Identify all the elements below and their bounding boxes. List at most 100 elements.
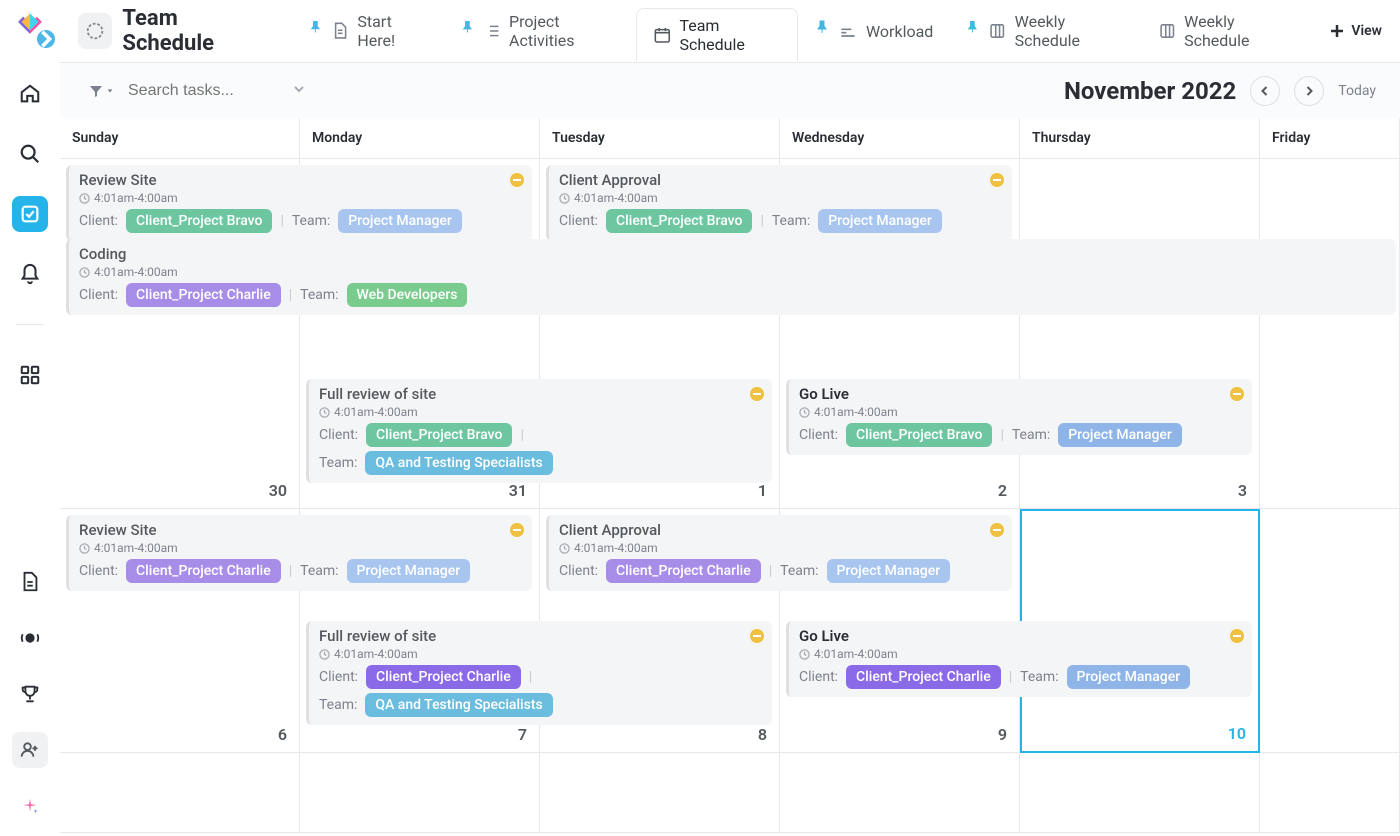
page-title-icon — [78, 13, 112, 49]
status-icon — [750, 387, 764, 401]
client-tag: Client_Project Bravo — [126, 209, 272, 233]
doc-icon[interactable] — [12, 564, 48, 600]
client-tag: Client_Project Bravo — [606, 209, 752, 233]
calendar-cell[interactable] — [1260, 159, 1400, 509]
workload-icon — [838, 21, 858, 41]
date-number: 31 — [509, 481, 527, 500]
tab-label: Weekly Schedule — [1015, 12, 1126, 50]
calendar-cell[interactable] — [60, 753, 300, 833]
event-time: 4:01am-4:00am — [79, 541, 522, 555]
calendar-row: 6 7 8 9 10 Review Site 4:01am-4:00am Cli… — [60, 509, 1400, 753]
event-time: 4:01am-4:00am — [559, 191, 1002, 205]
event-title: Review Site — [79, 521, 522, 539]
date-number: 9 — [998, 725, 1007, 744]
notifications-icon[interactable] — [12, 256, 48, 292]
team-tag: Web Developers — [347, 283, 468, 307]
event-go-live-charlie[interactable]: Go Live 4:01am-4:00am Client: Client_Pro… — [786, 621, 1252, 697]
today-button[interactable]: Today — [1338, 83, 1376, 99]
add-view-button[interactable]: View — [1311, 0, 1400, 62]
date-number: 8 — [758, 725, 767, 744]
date-number: 2 — [998, 481, 1007, 500]
date-number: 6 — [278, 725, 287, 744]
calendar-row — [60, 753, 1400, 833]
tab-label: Workload — [866, 22, 933, 41]
app-logo[interactable] — [13, 10, 47, 44]
calendar-cell[interactable] — [1260, 753, 1400, 833]
prev-month-button[interactable] — [1250, 76, 1280, 106]
event-title: Full review of site — [319, 385, 762, 403]
client-tag: Client_Project Charlie — [846, 665, 1001, 689]
sparkle-icon[interactable] — [12, 788, 48, 824]
team-tag: Project Manager — [1067, 665, 1191, 689]
add-user-icon[interactable] — [12, 732, 48, 768]
calendar-cell[interactable] — [780, 753, 1020, 833]
tab-start-here[interactable]: Start Here! — [292, 0, 444, 62]
calendar-cell[interactable] — [1020, 753, 1260, 833]
page-title: Team Schedule — [122, 6, 268, 56]
event-time: 4:01am-4:00am — [79, 191, 522, 205]
plus-icon — [1329, 23, 1345, 39]
event-review-site-bravo[interactable]: Review Site 4:01am-4:00am Client: Client… — [66, 165, 532, 241]
date-number: 10 — [1228, 724, 1246, 743]
client-tag: Client_Project Charlie — [606, 559, 761, 583]
apps-icon[interactable] — [12, 357, 48, 393]
tab-team-schedule[interactable]: Team Schedule — [636, 8, 798, 62]
filter-icon[interactable] — [88, 83, 114, 99]
team-tag: Project Manager — [818, 209, 942, 233]
calendar-cell[interactable] — [540, 753, 780, 833]
team-tag: Project Manager — [338, 209, 462, 233]
date-number: 1 — [758, 481, 767, 500]
team-tag: Project Manager — [347, 559, 471, 583]
event-client-approval-bravo[interactable]: Client Approval 4:01am-4:00am Client: Cl… — [546, 165, 1012, 241]
sidebar — [0, 0, 60, 836]
status-icon — [1230, 629, 1244, 643]
calendar-cell[interactable] — [1260, 509, 1400, 753]
event-title: Review Site — [79, 171, 522, 189]
event-review-site-charlie[interactable]: Review Site 4:01am-4:00am Client: Client… — [66, 515, 532, 591]
tasks-icon[interactable] — [12, 196, 48, 232]
tab-workload[interactable]: Workload — [798, 0, 949, 62]
event-time: 4:01am-4:00am — [79, 265, 1386, 279]
tab-label: Weekly Schedule — [1184, 12, 1295, 50]
event-title: Full review of site — [319, 627, 762, 645]
event-title: Client Approval — [559, 171, 1002, 189]
search-dropdown-icon[interactable] — [292, 82, 306, 100]
pin-icon — [814, 19, 830, 35]
event-time: 4:01am-4:00am — [319, 405, 762, 419]
tab-project-activities[interactable]: Project Activities — [444, 0, 636, 62]
sidebar-expand-icon[interactable] — [37, 30, 55, 48]
tab-weekly-schedule-2[interactable]: Weekly Schedule — [1142, 0, 1312, 62]
next-month-button[interactable] — [1294, 76, 1324, 106]
event-coding-charlie[interactable]: Coding 4:01am-4:00am Client: Client_Proj… — [66, 239, 1396, 315]
columns-icon — [1158, 21, 1177, 41]
team-tag: QA and Testing Specialists — [365, 451, 552, 475]
pin-icon — [460, 19, 475, 35]
client-tag: Client_Project Bravo — [366, 423, 512, 447]
status-icon — [990, 173, 1004, 187]
event-full-review-bravo[interactable]: Full review of site 4:01am-4:00am Client… — [306, 379, 772, 483]
record-icon[interactable] — [12, 620, 48, 656]
date-number: 30 — [269, 481, 287, 500]
tab-label: Project Activities — [509, 12, 620, 50]
search-icon[interactable] — [12, 136, 48, 172]
calendar-cell[interactable]: 3 — [1020, 159, 1260, 509]
client-tag: Client_Project Charlie — [126, 283, 281, 307]
home-icon[interactable] — [12, 76, 48, 112]
tab-label: Start Here! — [357, 12, 427, 50]
calendar-row: 30 31 1 2 3 Review Site 4:01am-4:00am Cl… — [60, 159, 1400, 509]
add-view-label: View — [1351, 23, 1382, 39]
event-client-approval-charlie[interactable]: Client Approval 4:01am-4:00am Client: Cl… — [546, 515, 1012, 591]
day-header-tuesday: Tuesday — [540, 118, 780, 158]
calendar-icon — [653, 25, 672, 45]
calendar-cell[interactable] — [300, 753, 540, 833]
tab-weekly-schedule-1[interactable]: Weekly Schedule — [949, 0, 1141, 62]
trophy-icon[interactable] — [12, 676, 48, 712]
search-input[interactable] — [128, 82, 288, 100]
pin-icon — [965, 19, 980, 35]
event-time: 4:01am-4:00am — [799, 405, 1242, 419]
event-full-review-charlie[interactable]: Full review of site 4:01am-4:00am Client… — [306, 621, 772, 725]
event-title: Go Live — [799, 385, 1242, 403]
event-go-live-bravo[interactable]: Go Live 4:01am-4:00am Client: Client_Pro… — [786, 379, 1252, 455]
event-time: 4:01am-4:00am — [799, 647, 1242, 661]
list-icon — [483, 21, 502, 41]
